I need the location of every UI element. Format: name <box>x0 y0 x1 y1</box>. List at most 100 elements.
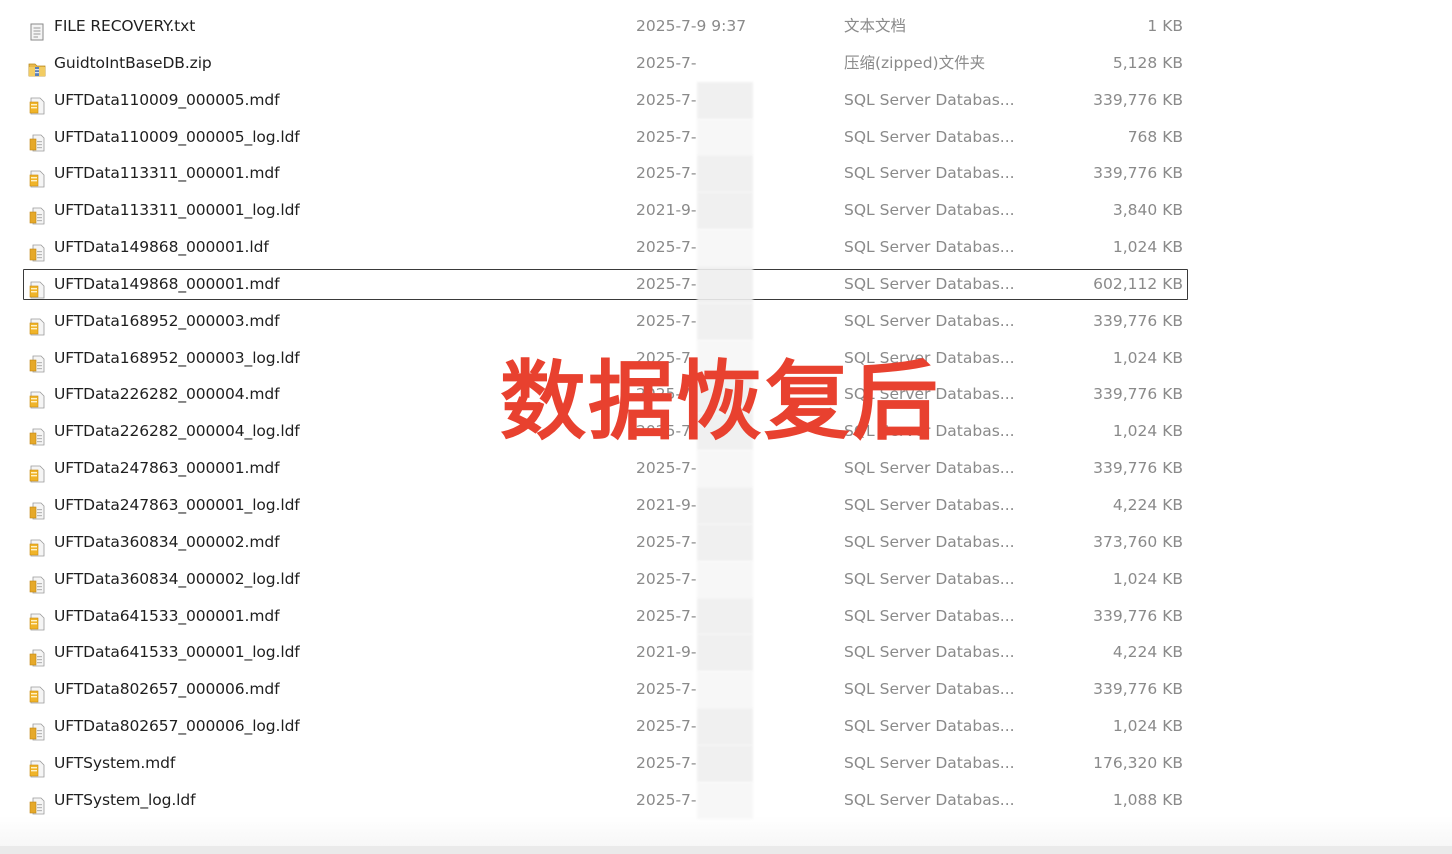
file-row[interactable]: UFTData802657_000006_log.ldf 2025-7- SQL S… <box>0 708 1452 745</box>
file-size: 5,128 KB <box>1112 53 1183 72</box>
file-row[interactable]: UFTData802657_000006.mdf 2025-7- SQL Serve… <box>0 671 1452 709</box>
file-name: UFTData802657_000006.mdf <box>54 680 280 699</box>
redaction-blur <box>697 523 753 561</box>
file-row[interactable]: UFTData360834_000002_log.ldf 2025-7- SQL S… <box>0 560 1452 598</box>
database-file-icon <box>28 386 46 409</box>
redaction-blur <box>697 781 753 819</box>
file-row[interactable]: UFTData149868_000001.ldf 2025-7- SQL Serve… <box>0 229 1452 266</box>
file-size: 1,024 KB <box>1112 348 1183 367</box>
database-file-icon <box>28 534 46 557</box>
file-name: UFTData802657_000006_log.ldf <box>54 717 300 736</box>
redaction-blur <box>697 671 753 709</box>
file-date-modified: 2025-7- <box>636 53 697 72</box>
file-name: UFTData168952_000003_log.ldf <box>54 348 300 367</box>
file-name: UFTData226282_000004_log.ldf <box>54 422 300 441</box>
file-type: SQL Server Databas... <box>844 495 1015 514</box>
file-type: SQL Server Databas... <box>844 127 1015 146</box>
file-row[interactable]: UFTData641533_000001_log.ldf 2021-9- SQL S… <box>0 634 1452 672</box>
file-row[interactable]: UFTData113311_000001_log.ldf 2021-9- SQL S… <box>0 192 1452 230</box>
file-row[interactable]: UFTData247863_000001_log.ldf 2021-9- SQL S… <box>0 486 1452 524</box>
file-name: UFTData168952_000003.mdf <box>54 311 280 330</box>
file-size: 1,024 KB <box>1112 569 1183 588</box>
file-date-modified: 2025-7- <box>636 127 697 146</box>
file-size: 4,224 KB <box>1112 643 1183 662</box>
file-name: GuidtoIntBaseDB.zip <box>54 53 212 72</box>
database-file-icon <box>28 460 46 483</box>
file-type: SQL Server Databas... <box>844 274 1015 293</box>
redaction-blur <box>697 450 753 487</box>
file-row[interactable]: UFTSystem.mdf 2025-7- SQL Server Databas..… <box>0 744 1452 782</box>
file-row[interactable]: UFTData360834_000002.mdf 2025-7- SQL Serve… <box>0 523 1452 561</box>
redaction-blur <box>697 118 753 156</box>
file-date-modified: 2021-9- <box>636 643 697 662</box>
file-type: 压缩(zipped)文件夹 <box>844 53 986 72</box>
file-type: SQL Server Databas... <box>844 201 1015 220</box>
file-row[interactable]: UFTData168952_000003.mdf 2025-7- SQL Serve… <box>0 302 1452 340</box>
file-name: FILE RECOVERY.txt <box>54 17 196 35</box>
file-size: 339,776 KB <box>1093 385 1183 404</box>
database-log-file-icon <box>28 792 46 815</box>
file-date-modified: 2021-9- <box>636 201 697 220</box>
file-size: 1,024 KB <box>1112 717 1183 736</box>
database-log-file-icon <box>28 423 46 446</box>
file-date-modified: 2025-7- <box>636 311 697 330</box>
database-file-icon <box>28 276 46 299</box>
database-log-file-icon <box>28 497 46 520</box>
file-date-modified: 2025-7- <box>636 680 697 699</box>
redaction-blur <box>697 155 753 193</box>
redaction-blur <box>697 192 753 230</box>
file-name: UFTSystem_log.ldf <box>54 790 196 809</box>
database-file-icon <box>28 165 46 188</box>
file-row[interactable]: UFTData113311_000001.mdf 2025-7- SQL Serve… <box>0 155 1452 193</box>
database-log-file-icon <box>28 129 46 151</box>
redaction-blur <box>697 597 753 635</box>
bottom-fade <box>0 816 1452 846</box>
file-size: 339,776 KB <box>1093 680 1183 699</box>
file-size: 1,088 KB <box>1112 790 1183 809</box>
file-date-modified: 2025-7-9 9:37 <box>636 17 747 35</box>
file-size: 602,112 KB <box>1093 274 1183 293</box>
file-size: 339,776 KB <box>1093 459 1183 478</box>
file-size: 339,776 KB <box>1093 311 1183 330</box>
file-size: 373,760 KB <box>1093 532 1183 551</box>
file-size: 768 KB <box>1127 127 1183 146</box>
file-date-modified: 2025-7- <box>636 90 697 109</box>
file-row[interactable]: UFTData149868_000001.mdf 2025-7- SQL Serve… <box>0 265 1452 303</box>
file-date-modified: 2025-7- <box>636 606 697 625</box>
file-date-modified: 2025-7- <box>636 753 697 772</box>
database-file-icon <box>28 92 46 115</box>
horizontal-scrollbar[interactable] <box>0 846 1452 854</box>
redaction-blur <box>697 81 753 119</box>
file-row[interactable]: UFTData641533_000001.mdf 2025-7- SQL Serve… <box>0 597 1452 635</box>
overlay-caption: 数据恢复后 <box>500 352 940 452</box>
zip-folder-icon <box>28 55 46 77</box>
file-type: SQL Server Databas... <box>844 311 1015 330</box>
file-row[interactable]: UFTData247863_000001.mdf 2025-7- SQL Serve… <box>0 450 1452 487</box>
file-name: UFTData110009_000005.mdf <box>54 90 280 109</box>
redaction-blur <box>697 708 753 745</box>
text-file-icon <box>28 18 46 41</box>
file-date-modified: 2025-7- <box>636 459 697 478</box>
file-name: UFTSystem.mdf <box>54 753 176 772</box>
redaction-blur <box>697 229 753 266</box>
database-log-file-icon <box>28 571 46 594</box>
file-row[interactable]: FILE RECOVERY.txt 2025-7-9 9:37 文本文档 1 KB <box>0 8 1452 45</box>
file-name: UFTData149868_000001.mdf <box>54 274 280 293</box>
file-row[interactable]: GuidtoIntBaseDB.zip 2025-7- 压缩(zipped)文件夹 5… <box>0 45 1452 82</box>
database-log-file-icon <box>28 239 46 262</box>
file-name: UFTData247863_000001.mdf <box>54 459 280 478</box>
file-row[interactable]: UFTSystem_log.ldf 2025-7- SQL Server Datab… <box>0 781 1452 819</box>
file-size: 339,776 KB <box>1093 90 1183 109</box>
file-type: 文本文档 <box>844 17 907 35</box>
file-size: 4,224 KB <box>1112 495 1183 514</box>
database-file-icon <box>28 681 46 704</box>
file-row[interactable]: UFTData110009_000005.mdf 2025-7- SQL Serve… <box>0 81 1452 119</box>
file-name: UFTData247863_000001_log.ldf <box>54 495 300 514</box>
file-date-modified: 2025-7- <box>636 274 697 293</box>
database-file-icon <box>28 755 46 778</box>
file-date-modified: 2025-7- <box>636 569 697 588</box>
file-row[interactable]: UFTData110009_000005_log.ldf 2025-7- SQL S… <box>0 118 1452 156</box>
file-name: UFTData149868_000001.ldf <box>54 238 269 257</box>
file-type: SQL Server Databas... <box>844 459 1015 478</box>
redaction-blur <box>697 634 753 672</box>
